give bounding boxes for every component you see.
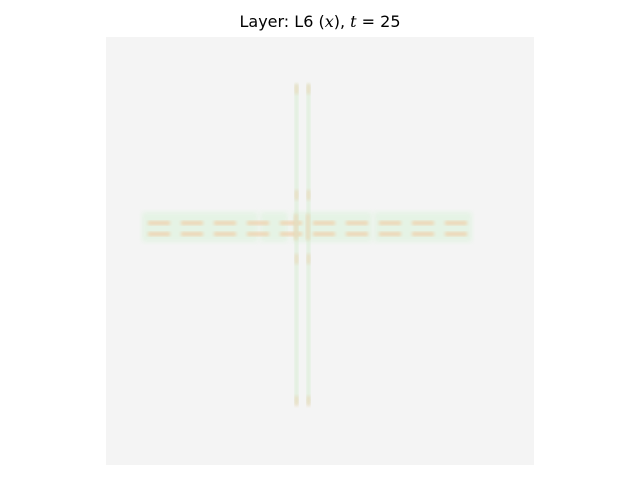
figure: Layer: L6 (x), t = 25 <box>0 0 640 480</box>
heatmap-cell-13 <box>280 232 302 236</box>
heatmap-cell-18 <box>379 221 401 225</box>
heatmap-cell-23 <box>445 232 467 236</box>
heatmap-cell-1 <box>260 212 288 242</box>
heatmap-cell-31 <box>307 254 310 264</box>
heatmap-cell-19 <box>379 232 401 236</box>
heatmap-cell-27 <box>307 84 310 94</box>
heatmap-cell-21 <box>412 232 434 236</box>
heatmap-cell-32 <box>295 396 298 406</box>
heatmap-cell-26 <box>295 84 298 94</box>
heatmap-cell-11 <box>247 232 269 236</box>
heatmap-cell-22 <box>445 221 467 225</box>
heatmap-cell-20 <box>412 221 434 225</box>
heatmap-cell-15 <box>313 232 335 236</box>
heatmap-cell-16 <box>346 221 368 225</box>
heatmap-cell-14 <box>313 221 335 225</box>
heatmap-cell-6 <box>181 221 203 225</box>
heatmap-cell-3 <box>374 212 472 242</box>
heatmap-cell-34 <box>294 214 298 240</box>
heatmap-cell-5 <box>148 232 170 236</box>
heatmap-cell-2 <box>292 212 372 242</box>
heatmap-cell-33 <box>307 396 310 406</box>
heatmap-cell-29 <box>307 190 310 200</box>
heatmap-cell-7 <box>181 232 203 236</box>
heatmap-cell-30 <box>295 254 298 264</box>
heatmap-cell-28 <box>295 190 298 200</box>
heatmap-cell-25 <box>307 84 310 404</box>
heatmap-cell-12 <box>280 221 302 225</box>
heatmap-cell-35 <box>306 214 310 240</box>
heatmap-plot <box>106 37 534 465</box>
heatmap-cell-10 <box>247 221 269 225</box>
heatmap-cell-8 <box>214 221 236 225</box>
heatmap-cell-24 <box>295 84 298 404</box>
heatmap-cell-17 <box>346 232 368 236</box>
heatmap-background <box>106 37 534 465</box>
heatmap-cell-4 <box>148 221 170 225</box>
heatmap-cell-9 <box>214 232 236 236</box>
heatmap-cell-0 <box>142 212 258 242</box>
